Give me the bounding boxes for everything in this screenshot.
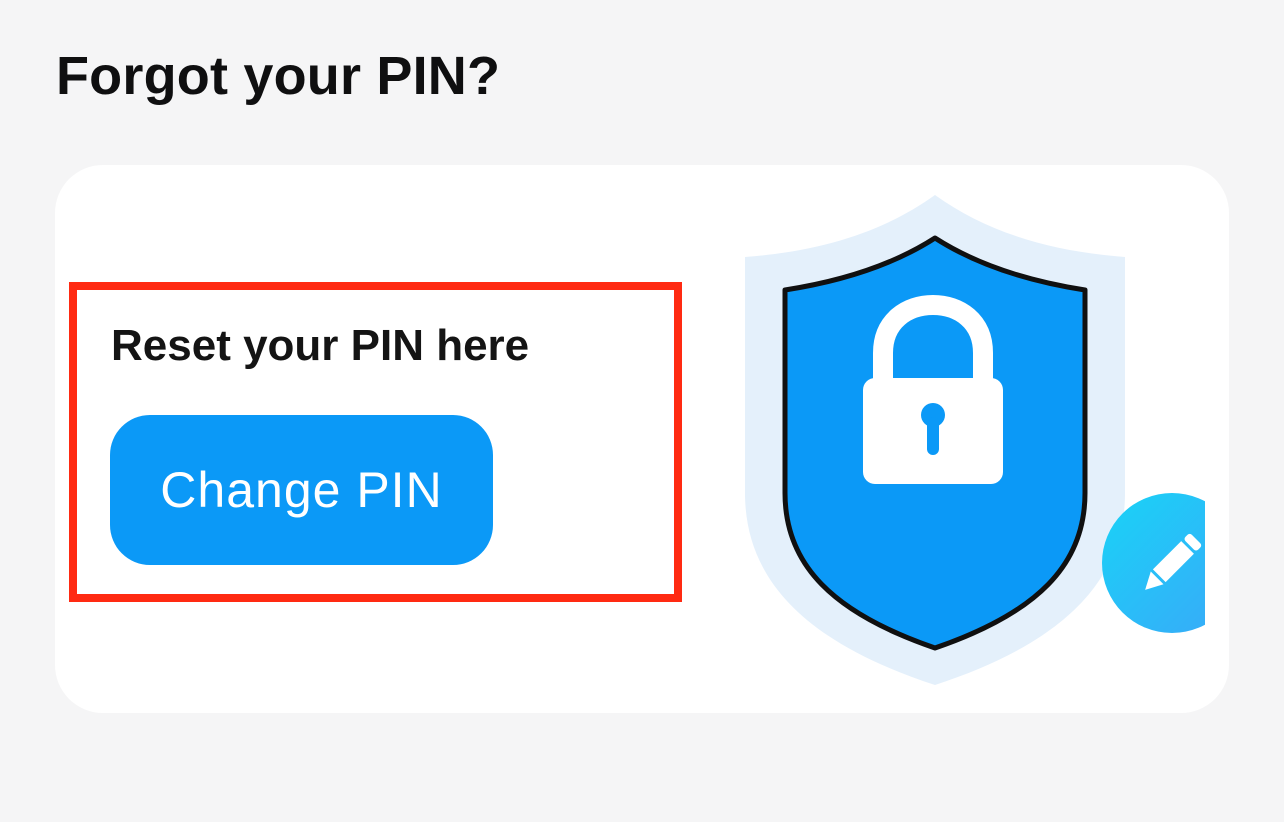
reset-pin-label: Reset your PIN here [111, 321, 530, 370]
reset-pin-card: Reset your PIN here Change PIN [55, 165, 1242, 713]
page-title: Forgot your PIN? [56, 46, 501, 106]
security-illustration [745, 193, 1242, 688]
page: Forgot your PIN? Reset your PIN here Cha… [0, 0, 1284, 822]
change-pin-button[interactable]: Change PIN [110, 415, 493, 565]
shield-icon [745, 195, 1242, 685]
